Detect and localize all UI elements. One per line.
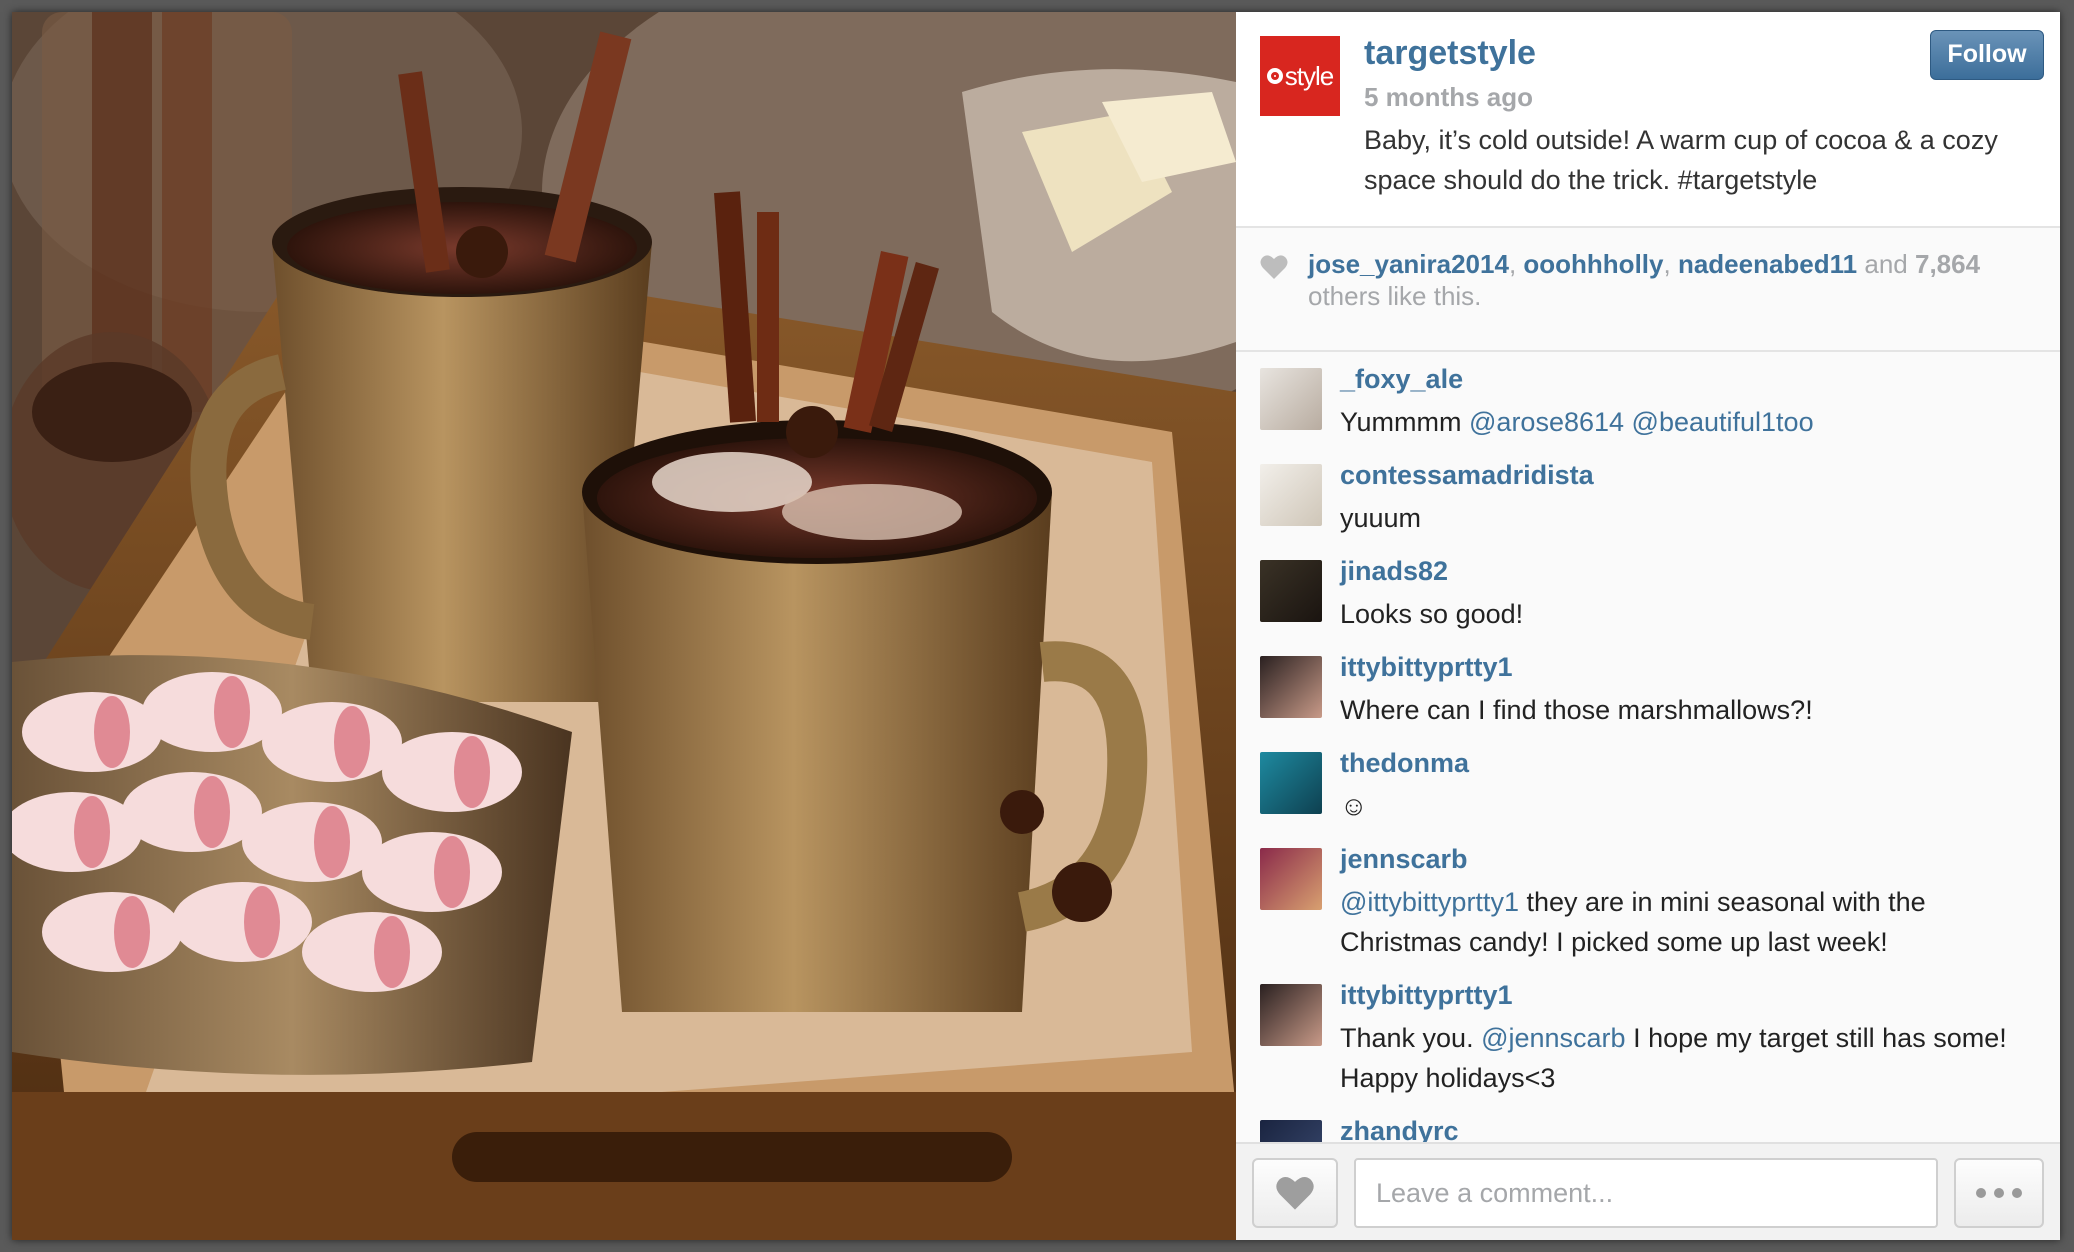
ellipsis-icon	[1976, 1188, 1986, 1198]
commenter-avatar[interactable]	[1260, 656, 1322, 718]
comment-bar	[1236, 1142, 2060, 1240]
liker-link[interactable]: nadeenabed11	[1678, 249, 1857, 279]
commenter-username[interactable]: jinads82	[1340, 556, 1448, 587]
comment-text: yuuum	[1340, 498, 2050, 538]
commenter-username[interactable]: _foxy_ale	[1340, 364, 1463, 395]
commenter-avatar[interactable]	[1260, 464, 1322, 526]
comment-text: Yummmm @arose8614 @beautiful1too	[1340, 402, 2050, 442]
author-avatar[interactable]: style	[1260, 36, 1340, 116]
post-time[interactable]: 5 months ago	[1364, 82, 1533, 113]
comment-text: ☺	[1340, 786, 2050, 826]
likes-text: jose_yanira2014, ooohhholly, nadeenabed1…	[1308, 249, 1981, 311]
post-header: style targetstyle 5 months ago Baby, it’…	[1236, 12, 2060, 228]
post-photo[interactable]	[12, 12, 1236, 1240]
likes-suffix: others like this.	[1308, 281, 1482, 311]
commenter-avatar[interactable]	[1260, 1120, 1322, 1142]
comment-text-segment: Yummmm	[1340, 407, 1470, 437]
commenter-avatar[interactable]	[1260, 752, 1322, 814]
post-details-panel: style targetstyle 5 months ago Baby, it’…	[1236, 12, 2060, 1240]
comment-text: Looks so good!	[1340, 594, 2050, 634]
commenter-username[interactable]: thedonma	[1340, 748, 1469, 779]
ellipsis-dot	[2012, 1188, 2022, 1198]
comment-input[interactable]	[1354, 1158, 1938, 1228]
mention-link[interactable]: @arose8614	[1469, 407, 1624, 437]
mention-link[interactable]: @beautiful1too	[1632, 407, 1814, 437]
comment-text-segment: yuuum	[1340, 503, 1422, 533]
commenter-avatar[interactable]	[1260, 984, 1322, 1046]
heart-icon	[1260, 255, 1288, 279]
author-username[interactable]: targetstyle	[1364, 34, 1536, 73]
comment-text-segment: ☺	[1340, 791, 1368, 821]
follow-button[interactable]: Follow	[1930, 30, 2044, 80]
liker-link[interactable]: ooohhholly	[1523, 249, 1663, 279]
mention-link[interactable]: @ittybittyprtty1	[1340, 887, 1519, 917]
likes-count[interactable]: 7,864	[1915, 249, 1980, 279]
ellipsis-dot	[1994, 1188, 2004, 1198]
likes-section: jose_yanira2014, ooohhholly, nadeenabed1…	[1236, 228, 2060, 352]
commenter-username[interactable]: ittybittyprtty1	[1340, 980, 1513, 1011]
commenter-username[interactable]: contessamadridista	[1340, 460, 1594, 491]
cocoa-photo-illustration	[12, 12, 1236, 1240]
comment-text: Where can I find those marshmallows?!	[1340, 690, 2050, 730]
commenter-username[interactable]: ittybittyprtty1	[1340, 652, 1513, 683]
comment-text-segment: Where can I find those marshmallows?!	[1340, 695, 1813, 725]
comment-text: Thank you. @jennscarb I hope my target s…	[1340, 1018, 2050, 1098]
post-modal: style targetstyle 5 months ago Baby, it’…	[12, 12, 2060, 1240]
comments-list[interactable]: _foxy_ale Yummmm @arose8614 @beautiful1t…	[1236, 352, 2060, 1142]
post-caption: Baby, it’s cold outside! A warm cup of c…	[1364, 125, 1998, 195]
comment-text-segment: Looks so good!	[1340, 599, 1524, 629]
mention-link[interactable]: @jennscarb	[1481, 1023, 1625, 1053]
more-options-button[interactable]	[1954, 1158, 2044, 1228]
liker-link[interactable]: jose_yanira2014	[1308, 249, 1509, 279]
target-logo-icon	[1266, 68, 1283, 84]
comment-text-segment: Thank you.	[1340, 1023, 1482, 1053]
comment-text: @ittybittyprtty1 they are in mini season…	[1340, 882, 2050, 962]
commenter-username[interactable]: zhandyrc	[1340, 1116, 1459, 1142]
commenter-avatar[interactable]	[1260, 368, 1322, 430]
comment-text-segment	[1624, 407, 1632, 437]
commenter-avatar[interactable]	[1260, 848, 1322, 910]
like-button[interactable]	[1252, 1158, 1338, 1228]
commenter-username[interactable]: jennscarb	[1340, 844, 1468, 875]
likes-and: and	[1864, 249, 1908, 279]
avatar-text: style	[1284, 60, 1334, 91]
heart-icon	[1276, 1176, 1314, 1210]
commenter-avatar[interactable]	[1260, 560, 1322, 622]
